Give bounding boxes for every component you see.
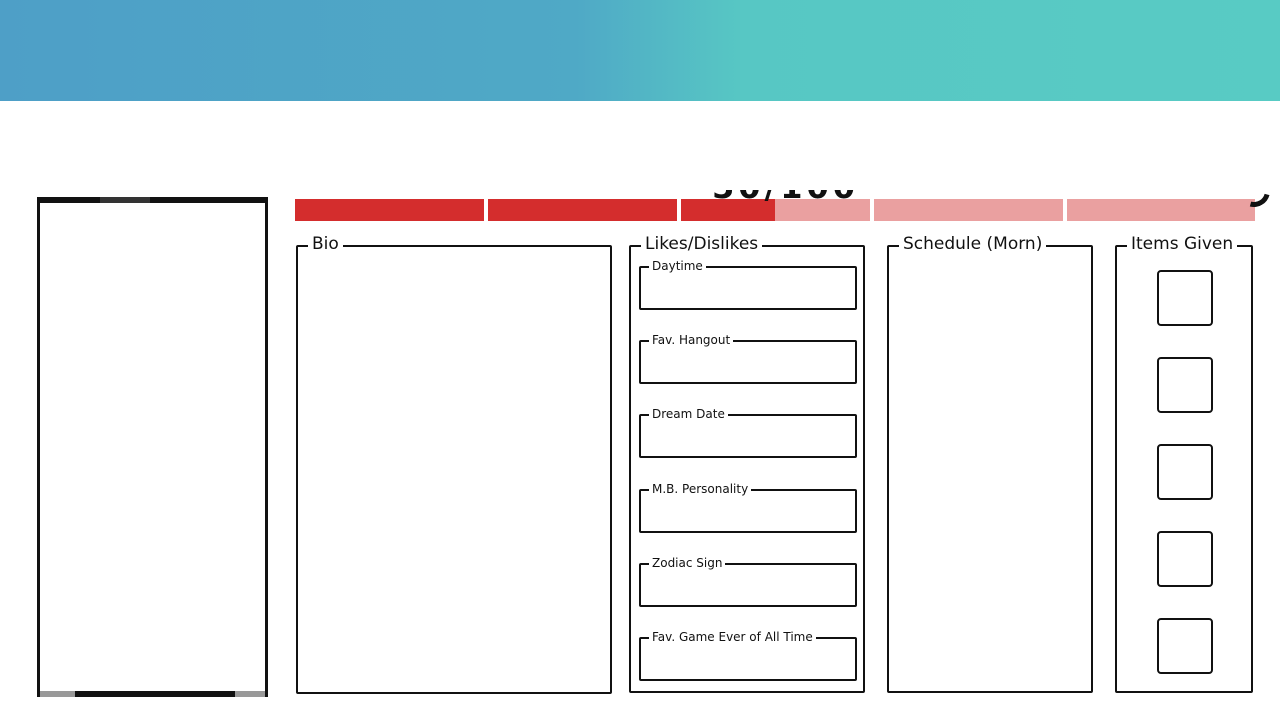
likes-dislikes-title: Likes/Dislikes	[641, 233, 763, 255]
field-mb-personality[interactable]: M.B. Personality	[639, 481, 857, 533]
items-given-panel: Items Given	[1115, 233, 1253, 693]
item-slot[interactable]	[1157, 270, 1213, 326]
bio-panel: Bio	[296, 233, 612, 694]
meter-segment	[1067, 199, 1255, 221]
items-given-title: Items Given	[1127, 233, 1238, 255]
meter-segment	[295, 199, 484, 221]
character-portrait	[37, 197, 268, 697]
field-dream-date[interactable]: Dream Date	[639, 406, 857, 458]
field-fav-hangout[interactable]: Fav. Hangout	[639, 332, 857, 384]
item-slot[interactable]	[1157, 357, 1213, 413]
meter-readout: 50/100	[712, 190, 859, 206]
meter-readout-clip: 50/100	[700, 190, 870, 208]
item-slot[interactable]	[1157, 618, 1213, 674]
portrait-edge-shade	[235, 691, 265, 697]
meter-segment	[488, 199, 677, 221]
schedule-title: Schedule (Morn)	[899, 233, 1047, 255]
item-slot[interactable]	[1157, 444, 1213, 500]
meter-segment	[874, 199, 1063, 221]
schedule-panel: Schedule (Morn)	[887, 233, 1093, 693]
header-banner	[0, 0, 1280, 101]
field-label: M.B. Personality	[649, 481, 752, 497]
portrait-edge-shade	[40, 691, 75, 697]
field-fav-game[interactable]: Fav. Game Ever of All Time	[639, 629, 857, 681]
likes-dislikes-panel: Likes/Dislikes Daytime Fav. Hangout Drea…	[629, 233, 865, 693]
item-slot[interactable]	[1157, 531, 1213, 587]
field-label: Dream Date	[649, 406, 728, 422]
field-label: Fav. Hangout	[649, 332, 734, 348]
bio-title: Bio	[308, 233, 343, 255]
field-label: Zodiac Sign	[649, 555, 726, 571]
field-label: Daytime	[649, 258, 706, 274]
field-zodiac-sign[interactable]: Zodiac Sign	[639, 555, 857, 607]
portrait-edge-shade	[100, 197, 150, 203]
field-label: Fav. Game Ever of All Time	[649, 629, 816, 645]
field-daytime[interactable]: Daytime	[639, 258, 857, 310]
